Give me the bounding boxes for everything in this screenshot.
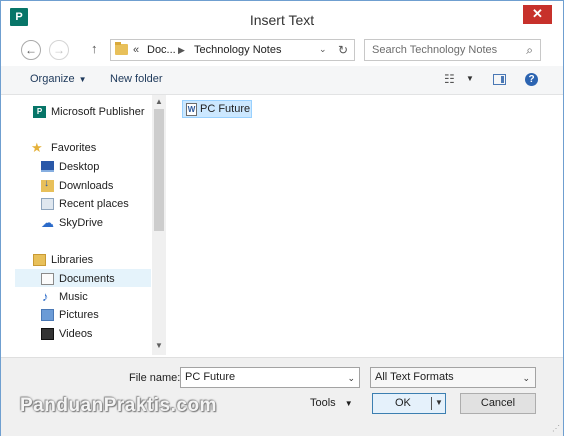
ok-label: OK — [395, 397, 411, 409]
scroll-up-icon[interactable]: ▲ — [155, 97, 163, 106]
watermark: PanduanPraktis.com — [20, 395, 217, 416]
sidebar-item-label: Desktop — [59, 161, 100, 173]
word-document-icon: W — [186, 103, 197, 116]
ok-button[interactable]: OK ▼ — [372, 393, 446, 414]
file-name-value[interactable]: PC Future — [185, 371, 235, 383]
ok-options-chevron-icon[interactable]: ▼ — [435, 398, 443, 407]
file-item-pc-future[interactable]: W PC Future — [182, 100, 252, 118]
tools-menu-button[interactable]: Tools ▼ — [310, 397, 353, 409]
sidebar-item-recent-places[interactable]: Recent places — [15, 195, 151, 213]
folder-icon — [115, 42, 128, 55]
sidebar-item-label: Videos — [59, 328, 93, 340]
music-icon: ♪ — [42, 289, 49, 304]
breadcrumb-separator-icon[interactable]: ▶ — [178, 45, 185, 56]
pictures-icon — [41, 309, 54, 321]
sidebar-item-music[interactable]: ♪ Music — [15, 288, 151, 306]
sidebar-item-desktop[interactable]: Desktop — [15, 158, 151, 176]
close-icon: ✕ — [532, 6, 543, 21]
file-name-field[interactable]: PC Future ⌄ — [180, 367, 360, 388]
file-list: W PC Future — [167, 95, 562, 355]
tools-label: Tools — [310, 397, 336, 409]
breadcrumb-technology-notes[interactable]: Technology Notes — [194, 44, 281, 56]
star-icon: ★ — [31, 140, 43, 155]
chevron-down-icon: ▼ — [78, 75, 87, 84]
sidebar-item-label: Downloads — [59, 180, 114, 192]
organize-label: Organize — [30, 73, 75, 85]
search-box[interactable]: Search Technology Notes ⌕ — [364, 39, 541, 61]
command-bar: Organize ▼ New folder ☷ ▼ ? — [1, 66, 563, 95]
sidebar-item-downloads[interactable]: Downloads — [15, 177, 151, 195]
forward-arrow-icon: → — [53, 43, 65, 57]
chevron-down-icon[interactable]: ⌄ — [522, 373, 530, 384]
dialog-title: Insert Text — [249, 12, 315, 28]
address-dropdown-icon[interactable]: ⌄ — [319, 44, 327, 55]
documents-icon — [41, 273, 54, 285]
navigation-pane: P Microsoft Publisher ★ Favorites Deskto… — [15, 95, 153, 355]
sidebar-item-label: Libraries — [51, 254, 94, 266]
scroll-down-icon[interactable]: ▼ — [155, 341, 163, 350]
sidebar-item-label: Recent places — [59, 198, 129, 210]
sidebar-item-microsoft-publisher[interactable]: P Microsoft Publisher — [15, 103, 151, 121]
address-bar[interactable]: « Doc... ▶ Technology Notes ⌄ ↻ — [110, 39, 355, 61]
file-type-select[interactable]: All Text Formats ⌄ — [370, 367, 536, 388]
navigation-scrollbar[interactable]: ▲ ▼ — [152, 95, 166, 355]
chevron-down-icon[interactable]: ⌄ — [347, 373, 355, 384]
search-icon[interactable]: ⌕ — [526, 43, 533, 58]
back-button[interactable]: ← — [21, 40, 41, 60]
change-view-icon[interactable]: ☷ — [444, 72, 455, 86]
publisher-icon: P — [33, 106, 46, 118]
search-input[interactable]: Search Technology Notes — [372, 44, 497, 56]
up-arrow-icon: ↑ — [91, 41, 98, 56]
file-name: PC Future — [200, 103, 251, 115]
sidebar-item-libraries[interactable]: Libraries — [15, 251, 151, 269]
sidebar-item-videos[interactable]: Videos — [15, 325, 151, 343]
sidebar-item-label: Documents — [59, 273, 115, 285]
back-arrow-icon: ← — [25, 43, 37, 57]
sidebar-item-label: Music — [59, 291, 88, 303]
desktop-icon — [41, 161, 54, 172]
cancel-button[interactable]: Cancel — [460, 393, 536, 414]
breadcrumb-documents[interactable]: Doc... — [147, 44, 176, 56]
skydrive-icon: ☁ — [41, 215, 54, 230]
file-name-label: File name: — [129, 372, 181, 384]
resize-grip-icon[interactable]: ⋰ — [552, 424, 560, 433]
file-type-value: All Text Formats — [375, 371, 454, 383]
up-button[interactable]: ↑ — [91, 41, 98, 56]
title-bar: P Insert Text ✕ — [1, 1, 563, 39]
sidebar-item-label: Microsoft Publisher — [51, 106, 145, 118]
chevron-down-icon: ▼ — [344, 399, 353, 408]
scrollbar-thumb[interactable] — [154, 109, 164, 231]
preview-pane-icon[interactable] — [493, 74, 506, 85]
split-divider — [431, 397, 432, 410]
new-folder-button[interactable]: New folder — [110, 73, 163, 85]
organize-menu-button[interactable]: Organize ▼ — [30, 73, 87, 85]
forward-button[interactable]: → — [49, 40, 69, 60]
sidebar-item-pictures[interactable]: Pictures — [15, 306, 151, 324]
sidebar-item-skydrive[interactable]: ☁ SkyDrive — [15, 214, 151, 232]
sidebar-item-label: Favorites — [51, 142, 97, 154]
sidebar-item-documents[interactable]: Documents — [15, 269, 151, 287]
close-button[interactable]: ✕ — [523, 5, 552, 24]
libraries-icon — [33, 254, 46, 266]
view-options-chevron-icon[interactable]: ▼ — [466, 74, 474, 83]
address-overflow-chevron[interactable]: « — [133, 44, 139, 56]
sidebar-item-label: Pictures — [59, 309, 99, 321]
videos-icon — [41, 328, 54, 340]
insert-text-dialog: P Insert Text ✕ ← → ↑ « Doc... ▶ Technol… — [0, 0, 564, 436]
help-icon[interactable]: ? — [525, 73, 538, 86]
sidebar-item-label: SkyDrive — [59, 217, 104, 229]
sidebar-item-favorites[interactable]: ★ Favorites — [15, 139, 151, 157]
recent-places-icon — [41, 198, 54, 210]
refresh-icon[interactable]: ↻ — [338, 43, 348, 57]
downloads-icon — [41, 178, 54, 192]
